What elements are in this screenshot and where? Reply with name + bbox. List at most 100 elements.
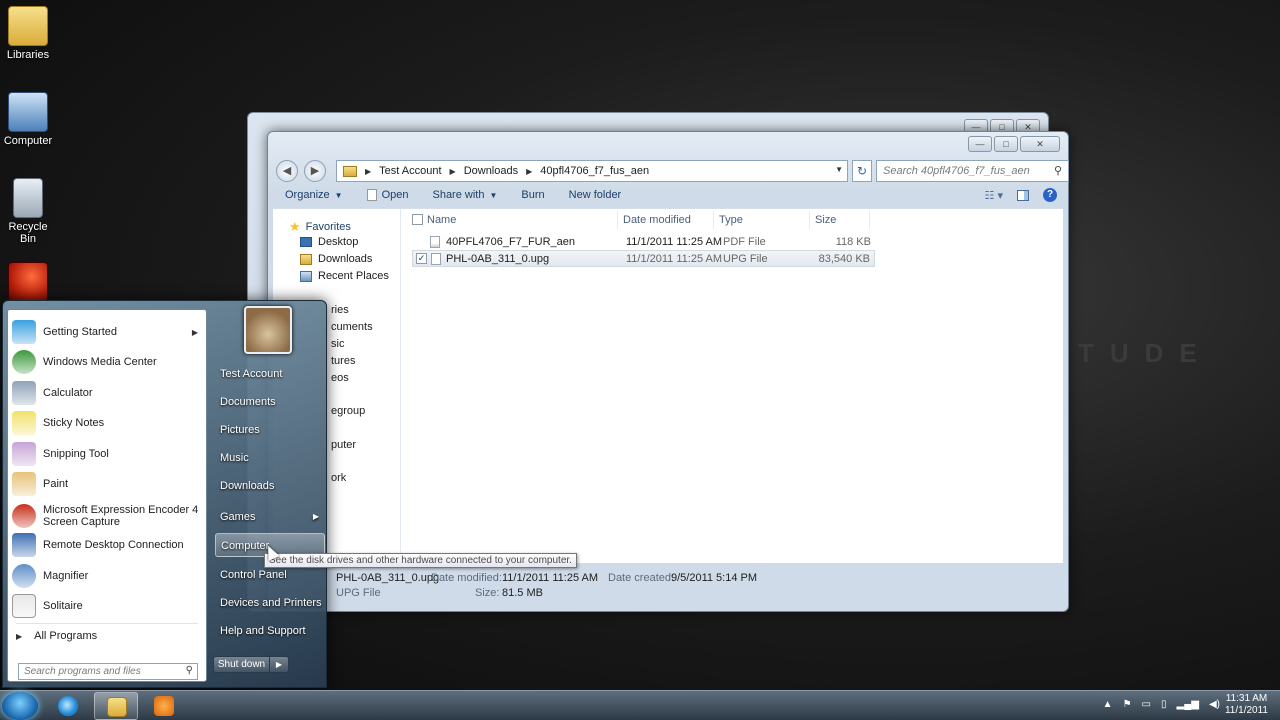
solitaire-icon xyxy=(12,594,36,618)
preview-pane-icon[interactable] xyxy=(1017,189,1029,201)
maximize-button[interactable]: □ xyxy=(994,136,1018,152)
details-date-created: 9/5/2011 5:14 PM xyxy=(671,572,758,584)
show-hidden-icons-icon[interactable]: ▲ xyxy=(1103,699,1113,710)
file-size: 118 KB xyxy=(835,236,871,248)
desktop-icon-computer[interactable]: Computer xyxy=(0,92,56,147)
column-header-size[interactable]: Size xyxy=(810,211,870,229)
sticky-notes-icon xyxy=(12,411,36,435)
help-icon[interactable]: ? xyxy=(1043,188,1057,202)
start-right-pictures[interactable]: Pictures xyxy=(215,418,325,442)
computer-icon xyxy=(8,92,48,132)
start-right-devices-printers[interactable]: Devices and Printers xyxy=(215,591,325,615)
program-solitaire[interactable]: Solitaire xyxy=(12,592,204,620)
nav-item-recent-places[interactable]: Recent Places xyxy=(300,270,389,282)
all-programs-button[interactable]: ▶ All Programs xyxy=(16,630,97,642)
program-sticky-notes[interactable]: Sticky Notes xyxy=(12,409,204,437)
program-calculator[interactable]: Calculator xyxy=(12,379,204,407)
start-right-test-account[interactable]: Test Account xyxy=(215,362,325,386)
clock[interactable]: 11:31 AM 11/1/2011 xyxy=(1225,693,1268,717)
nav-item-documents[interactable]: cuments xyxy=(331,321,373,333)
file-icon xyxy=(366,189,377,201)
desktop-icon-label: Libraries xyxy=(6,49,50,61)
start-search-input[interactable]: Search programs and files ⚲ xyxy=(18,663,198,680)
forward-button[interactable]: ▶ xyxy=(304,160,326,182)
shutdown-button[interactable]: Shut down ▶ xyxy=(213,656,289,673)
nav-item-pictures[interactable]: tures xyxy=(331,355,355,367)
back-button[interactable]: ◀ xyxy=(276,160,298,182)
start-right-music[interactable]: Music xyxy=(215,446,325,470)
program-paint[interactable]: Paint xyxy=(12,470,204,498)
file-checkbox[interactable]: ✓ xyxy=(416,253,427,264)
column-header-type[interactable]: Type xyxy=(714,211,810,229)
file-row[interactable]: ✓ PHL-0AB_311_0.upg 11/1/2011 11:25 AM U… xyxy=(412,250,875,267)
start-right-games[interactable]: Games ▶ xyxy=(215,505,325,529)
close-button[interactable]: ✕ xyxy=(1020,136,1060,152)
start-right-documents[interactable]: Documents xyxy=(215,390,325,414)
taskbar-windows-explorer[interactable] xyxy=(94,692,138,720)
nav-item-desktop[interactable]: Desktop xyxy=(300,236,358,248)
nav-item-homegroup[interactable]: egroup xyxy=(331,405,365,417)
nav-item-videos[interactable]: eos xyxy=(331,372,349,384)
nav-item-downloads[interactable]: Downloads xyxy=(300,253,372,265)
start-right-help-support[interactable]: Help and Support xyxy=(215,619,325,643)
network-icon[interactable]: ▂▄▆ xyxy=(1177,699,1199,710)
power-icon[interactable]: ▯ xyxy=(1161,699,1167,710)
chevron-right-icon: ▶ xyxy=(312,512,319,521)
nav-item-network[interactable]: ork xyxy=(331,472,346,484)
avatar[interactable] xyxy=(244,306,292,354)
nav-item-libraries[interactable]: ries xyxy=(331,304,349,316)
calculator-icon xyxy=(12,381,36,405)
folder-icon xyxy=(343,165,357,177)
address-bar[interactable]: ▶ Test Account ▶ Downloads ▶ 40pfl4706_f… xyxy=(336,160,848,182)
column-header-date-modified[interactable]: Date modified xyxy=(618,211,714,229)
file-row[interactable]: 40PFL4706_F7_FUR_aen 11/1/2011 11:25 AM … xyxy=(412,234,875,251)
program-windows-media-center[interactable]: Windows Media Center xyxy=(12,348,204,376)
details-size: 81.5 MB xyxy=(502,587,543,599)
breadcrumb-item[interactable]: Downloads xyxy=(464,165,518,177)
change-view-icon[interactable]: ☷ ▾ xyxy=(985,189,1003,202)
taskbar-internet-explorer[interactable] xyxy=(46,692,90,720)
nav-item-music[interactable]: sic xyxy=(331,338,344,350)
desktop-icon-label: Computer xyxy=(3,135,53,147)
desktop-icon-expression-encoder[interactable] xyxy=(0,262,56,305)
volume-icon[interactable]: ◀) xyxy=(1209,699,1220,710)
search-input[interactable]: Search 40pfl4706_f7_fus_aen ⚲ xyxy=(876,160,1069,182)
refresh-button[interactable]: ↻ xyxy=(852,160,872,182)
share-with-button[interactable]: Share with ▼ xyxy=(420,189,509,201)
action-center-icon[interactable]: ⚑ xyxy=(1123,699,1132,710)
nav-favorites[interactable]: ★ Favorites xyxy=(289,219,351,235)
program-remote-desktop[interactable]: Remote Desktop Connection xyxy=(12,531,204,559)
display-icon[interactable]: ▭ xyxy=(1142,699,1151,710)
desktop-icon-recycle-bin[interactable]: Recycle Bin xyxy=(0,178,56,245)
media-player-icon xyxy=(154,696,174,716)
open-button[interactable]: Open xyxy=(355,189,421,201)
details-date-modified-label: Date modified: xyxy=(431,572,502,584)
organize-button[interactable]: Organize ▼ xyxy=(273,189,355,201)
column-header-name[interactable]: Name xyxy=(422,211,618,229)
new-folder-button[interactable]: New folder xyxy=(557,189,634,201)
burn-button[interactable]: Burn xyxy=(509,189,556,201)
explorer-window[interactable]: — □ ✕ ◀ ▶ ▶ Test Account ▶ Downloads ▶ 4… xyxy=(267,131,1069,612)
program-snipping-tool[interactable]: Snipping Tool xyxy=(12,440,204,468)
program-expression-encoder[interactable]: Microsoft Expression Encoder 4 Screen Ca… xyxy=(12,501,204,531)
breadcrumb-item[interactable]: Test Account xyxy=(379,165,441,177)
chevron-down-icon[interactable]: ▼ xyxy=(835,165,843,174)
minimize-button[interactable]: — xyxy=(968,136,992,152)
details-date-created-label: Date created: xyxy=(608,572,675,584)
expression-encoder-icon xyxy=(8,262,48,302)
taskbar-media-player[interactable] xyxy=(142,692,186,720)
program-getting-started[interactable]: Getting Started ▶ xyxy=(12,318,204,346)
program-magnifier[interactable]: Magnifier xyxy=(12,562,204,590)
start-button[interactable] xyxy=(2,692,38,720)
explorer-content: ★ Favorites Desktop Downloads Recent Pla… xyxy=(273,208,1063,563)
start-right-downloads[interactable]: Downloads xyxy=(215,474,325,498)
desktop-icon-libraries[interactable]: Libraries xyxy=(0,6,56,61)
breadcrumb-item[interactable]: 40pfl4706_f7_fus_aen xyxy=(540,165,649,177)
chevron-down-icon: ▼ xyxy=(334,190,343,200)
nav-item-computer[interactable]: puter xyxy=(331,439,356,451)
file-name: PHL-0AB_311_0.upg xyxy=(446,253,550,265)
paint-icon xyxy=(12,472,36,496)
chevron-right-icon[interactable]: ▶ xyxy=(270,657,288,672)
chevron-right-icon: ▶ xyxy=(16,631,23,641)
details-pane: PHL-0AB_311_0.upg UPG File Date modified… xyxy=(273,565,1063,607)
